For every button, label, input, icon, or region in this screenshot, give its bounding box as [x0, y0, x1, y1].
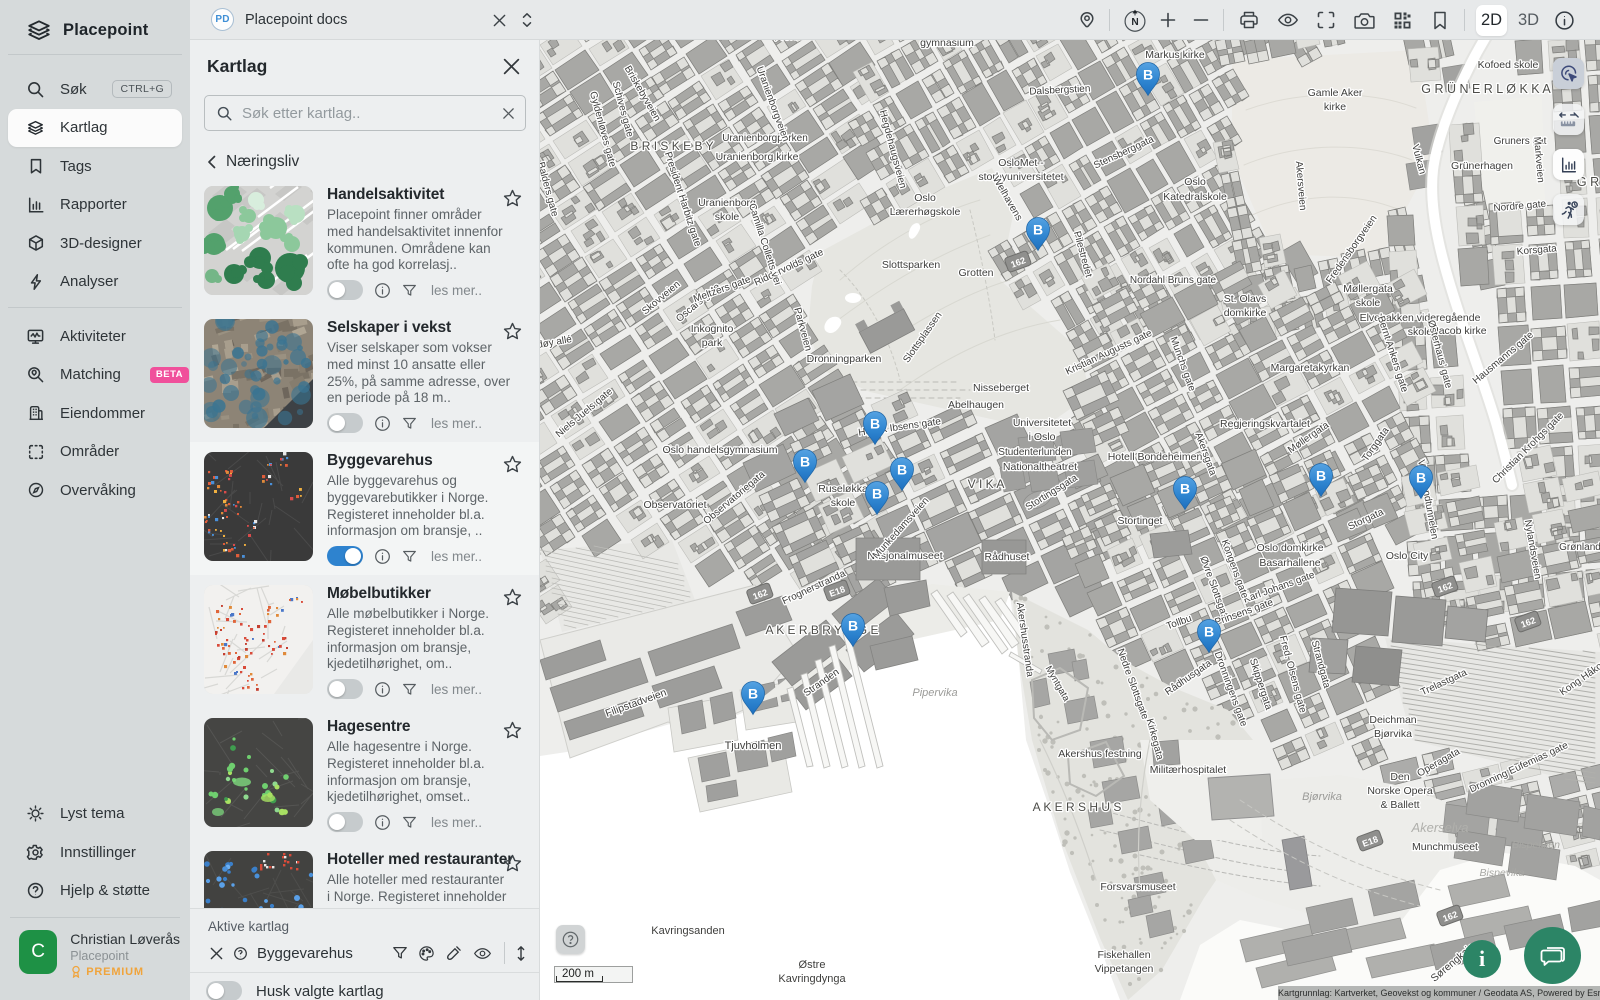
svg-text:Hotell Bondeheimen: Hotell Bondeheimen	[1108, 451, 1203, 463]
svg-text:Bispekilen: Bispekilen	[1512, 839, 1560, 851]
svg-text:N: N	[1131, 16, 1138, 27]
svg-text:B: B	[800, 454, 810, 470]
svg-text:B: B	[872, 486, 882, 502]
svg-text:Lærerhøgskole: Lærerhøgskole	[890, 206, 961, 218]
svg-text:Grotten: Grotten	[958, 267, 993, 279]
svg-text:Militærhospitalet: Militærhospitalet	[1150, 764, 1227, 776]
svg-text:Abelhaugen: Abelhaugen	[948, 399, 1004, 411]
svg-text:B: B	[1416, 470, 1426, 486]
svg-text:Rådhuset: Rådhuset	[985, 551, 1030, 563]
svg-text:Fiskehallen: Fiskehallen	[1097, 949, 1150, 961]
svg-text:park: park	[702, 337, 723, 349]
svg-text:Nisseberget: Nisseberget	[973, 382, 1029, 394]
svg-text:Bjørvika: Bjørvika	[1302, 791, 1342, 803]
svg-text:G R Ü N E R L Ø K K A: G R Ü N E R L Ø K K A	[1421, 82, 1551, 96]
svg-text:kirke: kirke	[1324, 101, 1346, 113]
svg-text:Bjørvika: Bjørvika	[1374, 728, 1412, 740]
svg-text:Universitetet: Universitetet	[1013, 417, 1071, 429]
svg-text:Østre: Østre	[799, 959, 826, 971]
svg-text:Munchmuseet: Munchmuseet	[1412, 841, 1478, 853]
svg-text:Grønland: Grønland	[1559, 542, 1600, 553]
svg-text:B: B	[1316, 468, 1326, 484]
svg-text:Markus kirke: Markus kirke	[1145, 49, 1205, 61]
svg-text:OsloMet -: OsloMet -	[998, 157, 1044, 169]
svg-text:Oslo City: Oslo City	[1386, 550, 1429, 562]
svg-text:Basarhallene: Basarhallene	[1259, 557, 1320, 569]
svg-text:Katedralskole: Katedralskole	[1163, 191, 1227, 203]
svg-text:Nordahl Bruns gate: Nordahl Bruns gate	[1130, 275, 1217, 286]
svg-text:Forsvarsmuseet: Forsvarsmuseet	[1100, 881, 1175, 893]
svg-text:Margaretakyrkan: Margaretakyrkan	[1271, 362, 1350, 374]
svg-text:Akershus festning: Akershus festning	[1058, 748, 1142, 760]
svg-text:skole: skole	[715, 211, 740, 223]
svg-text:skole: skole	[831, 497, 856, 509]
svg-text:Observatoriet: Observatoriet	[643, 499, 706, 511]
svg-text:B: B	[1033, 222, 1043, 238]
svg-text:skole: skole	[1356, 297, 1381, 309]
svg-text:B: B	[1204, 624, 1214, 640]
svg-text:Kavringsanden: Kavringsanden	[651, 925, 724, 937]
svg-text:Uranienborgparken: Uranienborgparken	[722, 133, 808, 144]
svg-text:B: B	[870, 416, 880, 432]
svg-text:Nationaltheatret: Nationaltheatret	[1003, 461, 1077, 473]
svg-text:A K E R S H U S: A K E R S H U S	[1033, 800, 1122, 814]
svg-text:Stortinget: Stortinget	[1118, 515, 1163, 527]
svg-text:Regjeringskvartalet: Regjeringskvartalet	[1220, 418, 1310, 430]
svg-text:Akerselva: Akerselva	[1410, 820, 1468, 835]
svg-text:Uranienborg kirke: Uranienborg kirke	[716, 151, 799, 163]
svg-text:gymnasium: gymnasium	[920, 40, 974, 49]
svg-text:Vippetangen: Vippetangen	[1095, 963, 1154, 975]
svg-text:i Oslo: i Oslo	[1029, 431, 1056, 443]
svg-text:Den: Den	[1390, 771, 1409, 783]
svg-text:Slottsparken: Slottsparken	[882, 259, 941, 271]
svg-text:& Ballett: & Ballett	[1380, 799, 1419, 811]
svg-text:Bispevika: Bispevika	[1480, 867, 1525, 879]
svg-text:B: B	[1180, 481, 1190, 497]
svg-text:Oslo handelsgymnasium: Oslo handelsgymnasium	[663, 444, 778, 456]
svg-text:Oslo: Oslo	[1184, 176, 1206, 188]
svg-text:Studenterlunden: Studenterlunden	[998, 447, 1071, 458]
svg-text:Kofoed skole: Kofoed skole	[1478, 59, 1539, 71]
svg-text:B: B	[848, 618, 858, 634]
svg-text:Oslo domkirke: Oslo domkirke	[1256, 542, 1323, 554]
svg-text:B: B	[1143, 67, 1153, 83]
svg-text:Gamle Aker: Gamle Aker	[1308, 87, 1363, 99]
svg-text:B: B	[748, 686, 758, 702]
svg-text:Kavringdynga: Kavringdynga	[778, 973, 846, 985]
svg-text:Oslo: Oslo	[914, 192, 936, 204]
svg-text:Jacob kirke: Jacob kirke	[1433, 325, 1486, 337]
svg-text:Pipervika: Pipervika	[912, 687, 957, 699]
svg-text:Norske Opera: Norske Opera	[1367, 785, 1433, 797]
svg-text:Deichman: Deichman	[1369, 714, 1416, 726]
svg-text:domkirke: domkirke	[1224, 307, 1267, 319]
svg-text:Tjuvholmen: Tjuvholmen	[725, 740, 782, 752]
svg-text:Møllergata: Møllergata	[1343, 283, 1393, 295]
svg-text:B: B	[897, 462, 907, 478]
svg-text:Inkognito: Inkognito	[691, 323, 734, 335]
svg-text:St. Olavs: St. Olavs	[1224, 293, 1267, 305]
svg-text:V I K A: V I K A	[968, 477, 1005, 491]
svg-text:Dronningparken: Dronningparken	[807, 353, 882, 365]
svg-text:Ruseløkka: Ruseløkka	[818, 483, 868, 495]
svg-text:Grünerhagen: Grünerhagen	[1451, 160, 1513, 172]
